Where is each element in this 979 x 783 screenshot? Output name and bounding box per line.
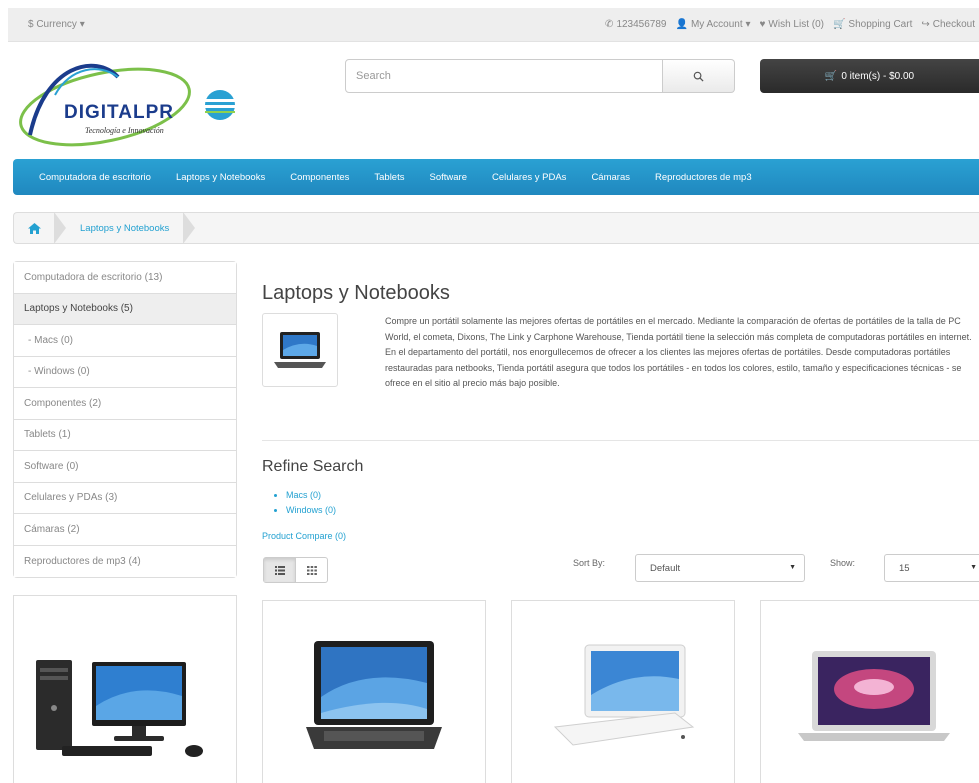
list-icon <box>274 565 285 575</box>
show-select[interactable]: 15 ▼ <box>884 554 979 582</box>
category-list: Computadora de escritorio (13) Laptops y… <box>13 261 237 578</box>
nav-item-computadora[interactable]: Computadora de escritorio <box>39 172 151 183</box>
refine-item-macs[interactable]: Macs (0) <box>286 488 336 503</box>
caret-down-icon: ▼ <box>789 564 796 571</box>
product-image-hp-laptop <box>306 641 442 749</box>
home-icon[interactable] <box>14 213 54 243</box>
wishlist-label: Wish List (0) <box>768 19 824 30</box>
my-account-label: My Account <box>690 19 743 30</box>
product-card[interactable] <box>262 600 486 783</box>
nav-item-mp3[interactable]: Reproductores de mp3 <box>655 172 752 183</box>
sidebar-item-celulares[interactable]: Celulares y PDAs (3) <box>14 482 236 514</box>
sidebar-item-software[interactable]: Software (0) <box>14 451 236 483</box>
show-select-value: 15 <box>899 562 910 574</box>
desktop-computer-image <box>36 660 203 757</box>
cart-icon: 🛒 <box>832 19 846 30</box>
currency-dropdown[interactable]: $ Currency ▾ <box>28 19 85 30</box>
sidebar-item-computadora[interactable]: Computadora de escritorio (13) <box>14 262 236 294</box>
promo-banner[interactable] <box>13 595 237 783</box>
nav-item-camaras[interactable]: Cámaras <box>591 172 630 183</box>
sidebar-item-windows[interactable]: - Windows (0) <box>14 356 236 388</box>
logo-tagline: Tecnología e Innovación <box>85 126 164 135</box>
phone-link[interactable]: ✆ 123456789 <box>605 19 666 30</box>
page-title: Laptops y Notebooks <box>262 282 450 304</box>
product-compare-link[interactable]: Product Compare (0) <box>262 531 346 541</box>
shopping-cart-link[interactable]: 🛒 Shopping Cart <box>833 19 912 30</box>
sidebar-item-tablets[interactable]: Tablets (1) <box>14 419 236 451</box>
product-card[interactable] <box>511 600 735 783</box>
sort-select[interactable]: Default ▼ <box>635 554 805 582</box>
currency-label: $ Currency <box>28 19 77 30</box>
top-bar: $ Currency ▾ ✆ 123456789 👤 My Account ▾ ♥ W… <box>8 8 979 42</box>
refine-item-windows[interactable]: Windows (0) <box>286 503 336 518</box>
view-toggle <box>263 557 328 583</box>
my-account-link[interactable]: 👤 My Account ▾ <box>676 19 751 30</box>
search-input[interactable] <box>345 59 663 93</box>
product-image-macbook-air <box>798 651 950 741</box>
cart-icon: 🛒 <box>824 70 838 82</box>
caret-down-icon: ▾ <box>79 19 85 30</box>
wishlist-link[interactable]: ♥ Wish List (0) <box>759 19 824 30</box>
shopping-cart-label: Shopping Cart <box>848 19 913 30</box>
list-view-button[interactable] <box>264 558 296 582</box>
phone-icon: ✆ <box>605 19 614 30</box>
store-logo[interactable]: DIGITALPR Tecnología e Innovación <box>10 55 246 155</box>
category-description: Compre un portátil solamente las mejores… <box>385 316 972 388</box>
caret-down-icon: ▼ <box>970 564 977 571</box>
logo-text: DIGITALPR <box>64 102 174 123</box>
cart-button-label: 0 item(s) - $0.00 <box>841 70 915 82</box>
caret-down-icon: ▾ <box>745 19 751 30</box>
main-nav: Computadora de escritorio Laptops y Note… <box>13 159 979 195</box>
product-image-macbook-white <box>553 644 695 746</box>
sidebar-item-componentes[interactable]: Componentes (2) <box>14 388 236 420</box>
refine-search-title: Refine Search <box>262 458 364 475</box>
nav-item-laptops[interactable]: Laptops y Notebooks <box>176 172 265 183</box>
nav-item-tablets[interactable]: Tablets <box>374 172 404 183</box>
sidebar-item-mp3[interactable]: Reproductores de mp3 (4) <box>14 545 236 577</box>
grid-view-button[interactable] <box>295 558 327 582</box>
category-thumbnail <box>262 313 338 387</box>
refine-list: Macs (0) Windows (0) <box>286 488 336 518</box>
top-links: ✆ 123456789 👤 My Account ▾ ♥ Wish List (0) … <box>605 19 975 30</box>
breadcrumb-current[interactable]: Laptops y Notebooks <box>66 223 183 234</box>
breadcrumb-separator <box>183 212 196 244</box>
sidebar-item-camaras[interactable]: Cámaras (2) <box>14 514 236 546</box>
laptop-image <box>274 332 326 368</box>
phone-label: 123456789 <box>616 19 667 30</box>
breadcrumb-separator <box>54 212 66 244</box>
sidebar-item-laptops[interactable]: Laptops y Notebooks (5) <box>14 293 236 325</box>
sort-by-label: Sort By: <box>573 558 606 568</box>
sidebar-item-macs[interactable]: - Macs (0) <box>14 325 236 357</box>
nav-item-celulares[interactable]: Celulares y PDAs <box>492 172 566 183</box>
share-icon: ↪ <box>921 19 930 30</box>
search-button[interactable] <box>663 59 735 93</box>
divider <box>262 440 979 441</box>
search-bar <box>345 59 735 93</box>
checkout-link[interactable]: ↪ Checkout <box>921 19 975 30</box>
nav-item-componentes[interactable]: Componentes <box>290 172 349 183</box>
show-label: Show: <box>830 558 856 568</box>
user-icon: 👤 <box>675 19 688 30</box>
search-icon <box>693 71 704 82</box>
sort-select-value: Default <box>650 562 681 574</box>
product-card[interactable] <box>760 600 979 783</box>
grid-icon <box>306 565 317 575</box>
nav-item-software[interactable]: Software <box>429 172 467 183</box>
breadcrumb: Laptops y Notebooks <box>13 212 979 244</box>
cart-button[interactable]: 🛒 0 item(s) - $0.00 <box>760 59 979 93</box>
checkout-label: Checkout <box>932 19 975 30</box>
heart-icon: ♥ <box>759 19 766 30</box>
